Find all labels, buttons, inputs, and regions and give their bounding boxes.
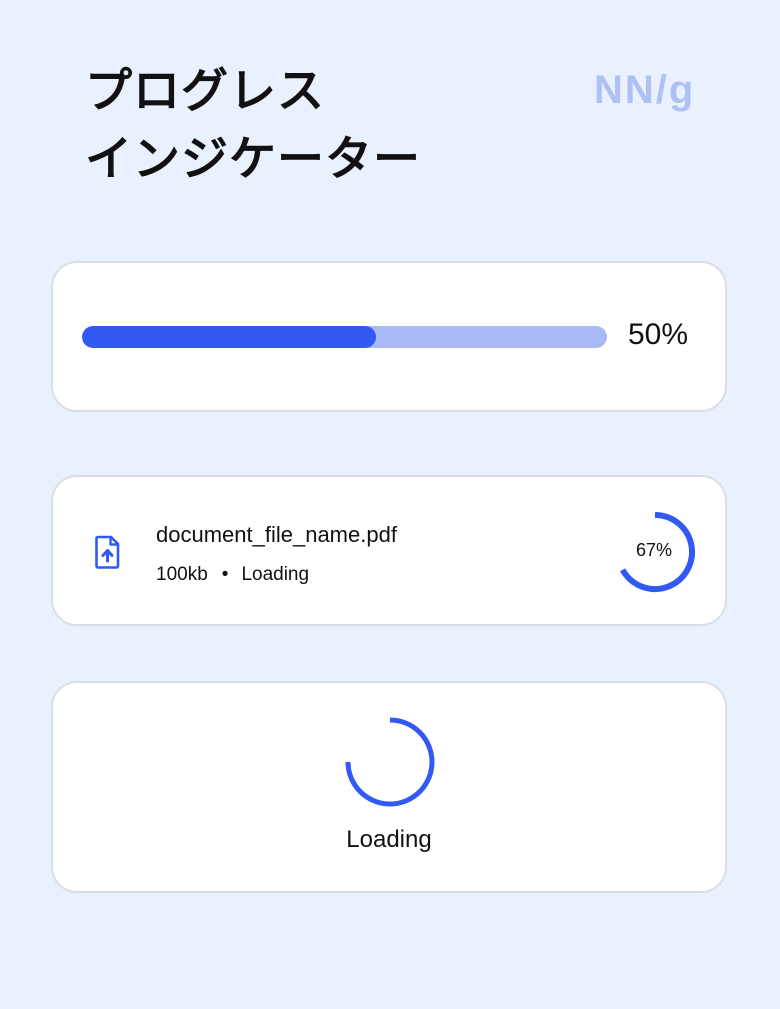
page-title: プログレス インジケーター — [85, 58, 421, 194]
loading-label: Loading — [346, 826, 432, 853]
file-status: Loading — [241, 564, 310, 585]
file-upload-card: document_file_name.pdf 100kb • Loading 67% — [51, 475, 727, 626]
file-upload-icon — [95, 535, 120, 569]
meta-separator: • — [221, 564, 229, 585]
file-name: document_file_name.pdf — [156, 522, 397, 547]
loading-spinner — [345, 717, 435, 807]
progress-bar-card: 50% — [51, 261, 727, 412]
file-size: 100kb — [156, 564, 208, 585]
nng-logo: NN/g — [594, 68, 696, 112]
circular-progress-percent: 67% — [635, 540, 673, 560]
progress-bar-fill — [82, 326, 376, 348]
file-meta: 100kb • Loading — [156, 564, 309, 586]
progress-bar-percent: 50% — [628, 318, 689, 351]
page-title-line-2: インジケーター — [85, 132, 421, 187]
spinner-card: Loading — [51, 681, 727, 893]
loading-spinner-arc — [345, 717, 435, 807]
progress-bar-track — [82, 326, 607, 348]
page-title-line-1: プログレス — [85, 64, 325, 119]
